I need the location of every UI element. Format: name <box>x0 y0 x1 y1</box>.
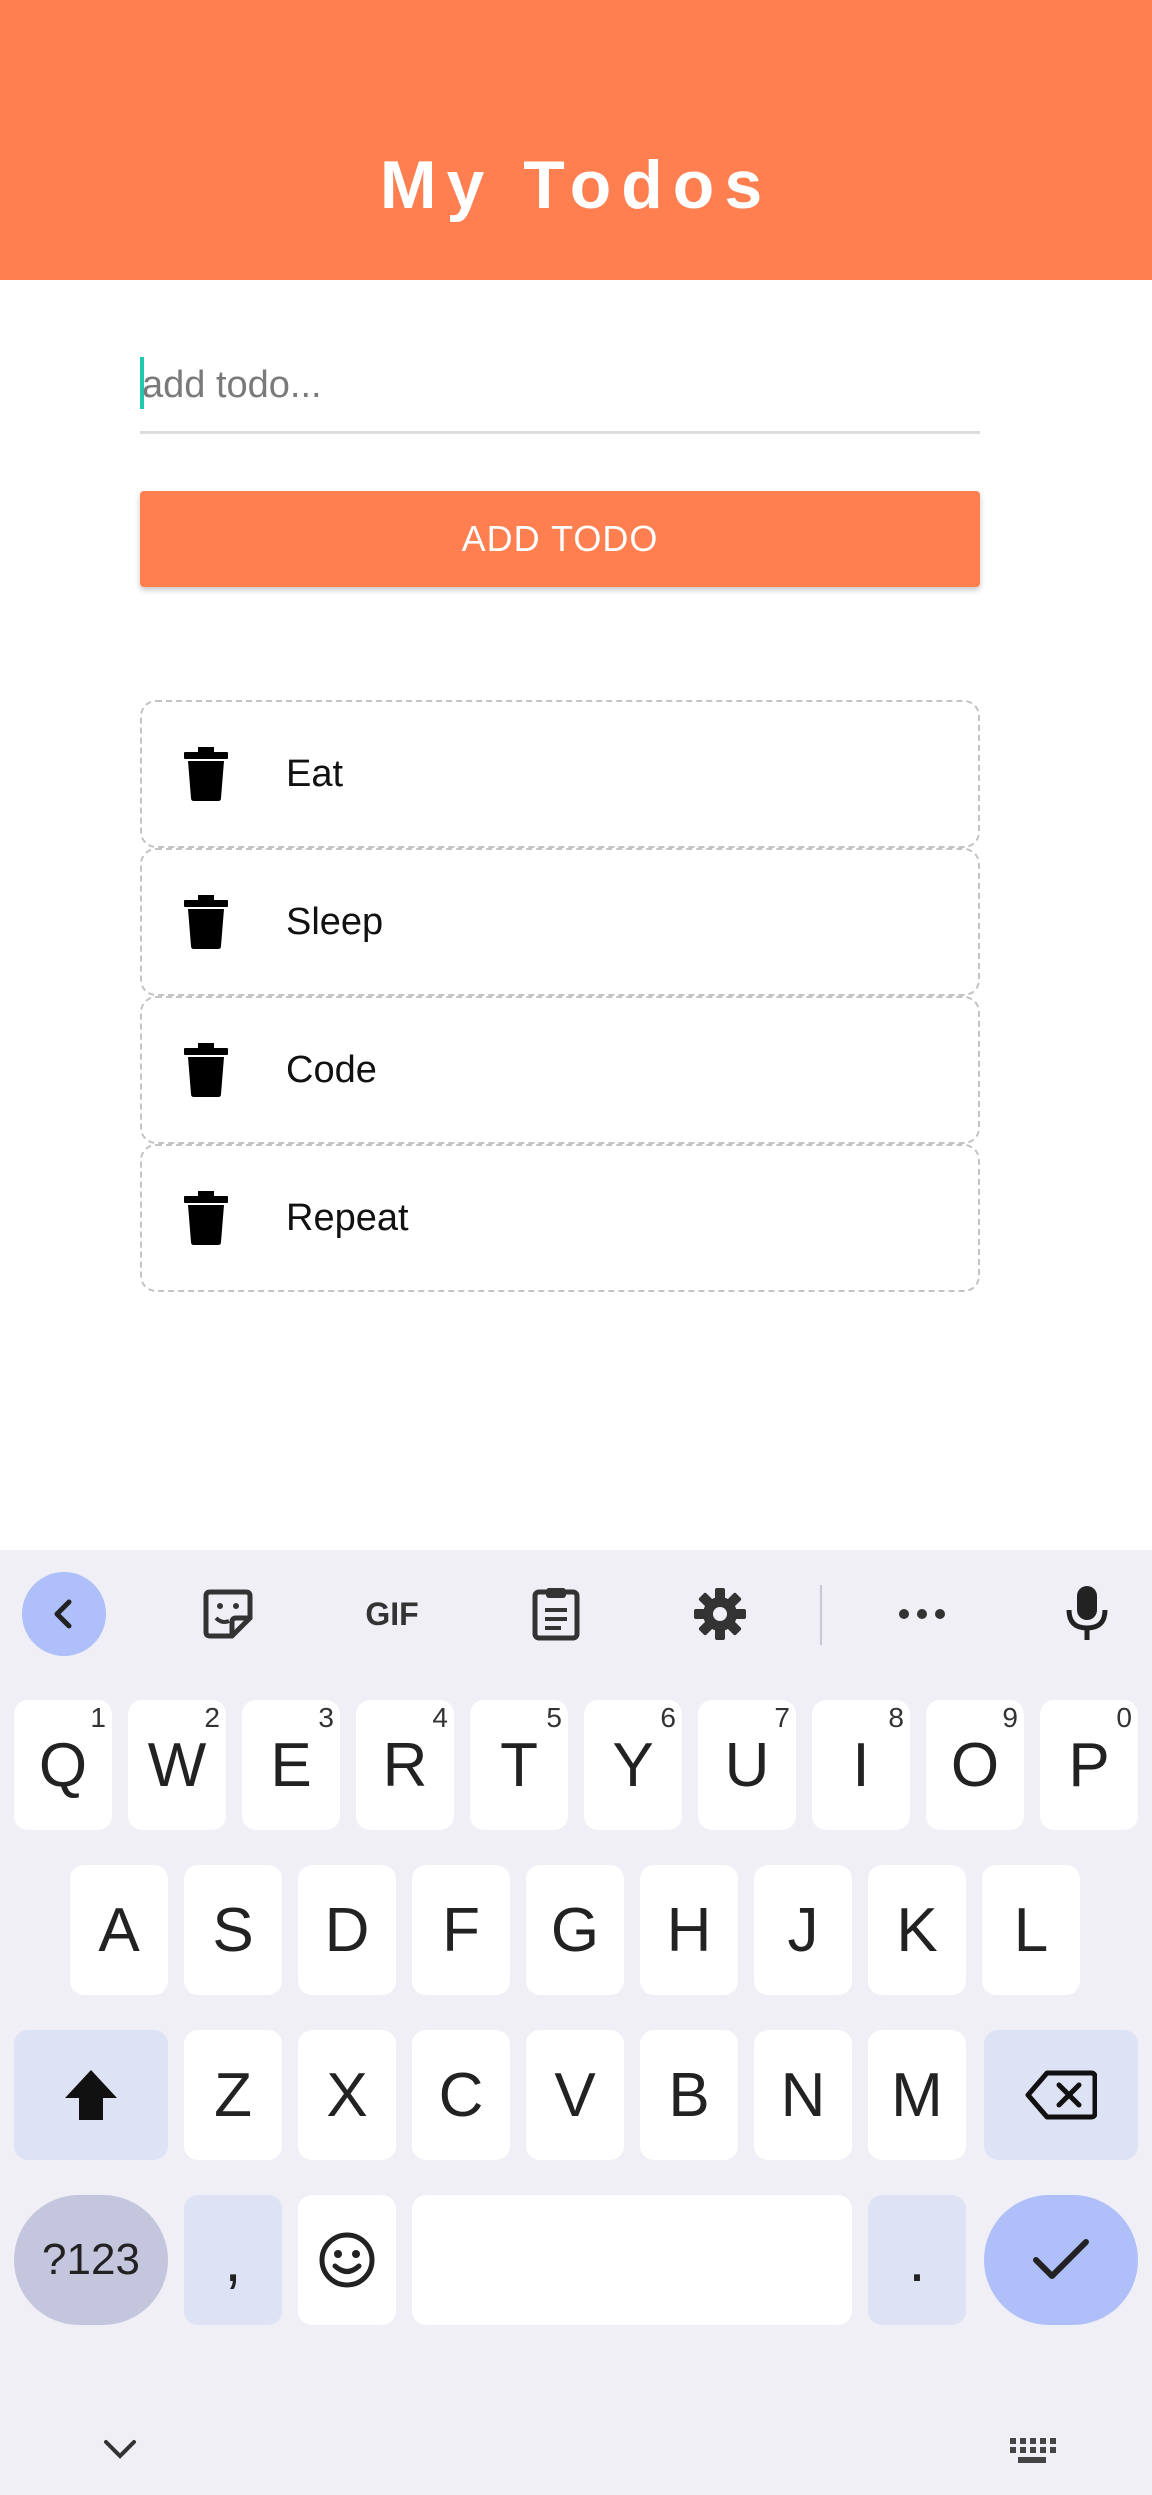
add-todo-button[interactable]: ADD TODO <box>140 491 980 587</box>
key-hint: 8 <box>888 1702 904 1733</box>
key-h[interactable]: H <box>640 1865 738 1995</box>
clipboard-icon[interactable] <box>514 1572 598 1656</box>
key-hint: 2 <box>204 1702 220 1733</box>
gif-label: GIF <box>365 1595 419 1632</box>
key-e[interactable]: E3 <box>242 1700 340 1830</box>
key-hint: 5 <box>546 1702 562 1733</box>
key-b[interactable]: B <box>640 2030 738 2160</box>
key-j[interactable]: J <box>754 1865 852 1995</box>
key-p[interactable]: P0 <box>1040 1700 1138 1830</box>
emoji-key[interactable] <box>298 2195 396 2325</box>
trash-icon[interactable] <box>184 1191 228 1245</box>
key-v[interactable]: V <box>526 2030 624 2160</box>
gif-icon[interactable]: GIF <box>350 1572 434 1656</box>
key-w[interactable]: W2 <box>128 1700 226 1830</box>
todo-label: Code <box>286 1048 377 1091</box>
key-r[interactable]: R4 <box>356 1700 454 1830</box>
soft-keyboard: G I F Q 1 W 2 E 3 R 4 T 5 Y 6 U 7 I 8 O 9 … <box>0 1550 1152 2495</box>
keyboard-bottom-bar <box>0 2410 1152 2495</box>
todo-list: Eat Sleep Code Repeat <box>140 700 980 1292</box>
key-hint: 3 <box>318 1702 334 1733</box>
todo-label: Repeat <box>286 1196 409 1239</box>
key-hint: 4 <box>432 1702 448 1733</box>
keyboard-switch-icon[interactable] <box>1008 2436 1056 2466</box>
settings-icon[interactable] <box>678 1572 762 1656</box>
todo-input-container[interactable] <box>140 345 980 434</box>
todo-label: Eat <box>286 752 344 795</box>
key-x[interactable]: X <box>298 2030 396 2160</box>
space-key[interactable] <box>412 2195 852 2325</box>
key-label: R <box>382 1730 428 1800</box>
page-title: My Todos <box>379 147 773 223</box>
key-label: I <box>852 1730 870 1800</box>
key-label: P <box>1068 1730 1110 1800</box>
key-label: Q <box>38 1730 88 1800</box>
key-d[interactable]: D <box>298 1865 396 1995</box>
enter-key[interactable] <box>984 2195 1138 2325</box>
backspace-icon <box>1025 2070 1097 2120</box>
key-label: Y <box>612 1730 654 1800</box>
key-a[interactable]: A <box>70 1865 168 1995</box>
back-arrow-icon[interactable] <box>22 1572 106 1656</box>
keyboard-toolbar: GIF <box>0 1550 1152 1680</box>
comma-key[interactable]: , <box>184 2195 282 2325</box>
key-hint: 0 <box>1116 1702 1132 1733</box>
todo-item: Eat <box>140 700 980 848</box>
key-o[interactable]: O9 <box>926 1700 1024 1830</box>
shift-key[interactable] <box>14 2030 168 2160</box>
toolbar-divider <box>820 1585 822 1645</box>
key-label: O <box>950 1730 1000 1800</box>
symbols-key[interactable]: ?123 <box>14 2195 168 2325</box>
key-hint: 7 <box>774 1702 790 1733</box>
key-label: W <box>147 1730 207 1800</box>
shift-icon <box>65 2070 117 2120</box>
trash-icon[interactable] <box>184 1043 228 1097</box>
key-t[interactable]: T5 <box>470 1700 568 1830</box>
sticker-icon[interactable] <box>186 1572 270 1656</box>
todo-item: Code <box>140 996 980 1144</box>
todo-label: Sleep <box>286 900 384 943</box>
todo-item: Repeat <box>140 1144 980 1292</box>
checkmark-icon <box>1033 2239 1089 2279</box>
key-s[interactable]: S <box>184 1865 282 1995</box>
key-c[interactable]: C <box>412 2030 510 2160</box>
key-hint: 9 <box>1002 1702 1018 1733</box>
trash-icon[interactable] <box>184 895 228 949</box>
key-hint: 1 <box>90 1702 106 1733</box>
more-icon[interactable] <box>880 1572 964 1656</box>
key-label: T <box>500 1730 538 1800</box>
key-m[interactable]: M <box>868 2030 966 2160</box>
todo-input[interactable] <box>140 345 972 425</box>
microphone-icon[interactable] <box>1045 1572 1129 1656</box>
key-f[interactable]: F <box>412 1865 510 1995</box>
key-k[interactable]: K <box>868 1865 966 1995</box>
key-q[interactable]: Q1 <box>14 1700 112 1830</box>
key-u[interactable]: U7 <box>698 1700 796 1830</box>
period-key[interactable]: . <box>868 2195 966 2325</box>
app-header: My Todos <box>0 0 1152 280</box>
trash-icon[interactable] <box>184 747 228 801</box>
key-n[interactable]: N <box>754 2030 852 2160</box>
emoji-icon <box>319 2232 375 2288</box>
todo-item: Sleep <box>140 848 980 996</box>
key-hint: 6 <box>660 1702 676 1733</box>
key-y[interactable]: Y6 <box>584 1700 682 1830</box>
key-z[interactable]: Z <box>184 2030 282 2160</box>
key-g[interactable]: G <box>526 1865 624 1995</box>
key-l[interactable]: L <box>982 1865 1080 1995</box>
key-i[interactable]: I8 <box>812 1700 910 1830</box>
key-label: E <box>270 1730 312 1800</box>
key-label: U <box>724 1730 770 1800</box>
chevron-down-icon[interactable] <box>100 2438 140 2462</box>
backspace-key[interactable] <box>984 2030 1138 2160</box>
